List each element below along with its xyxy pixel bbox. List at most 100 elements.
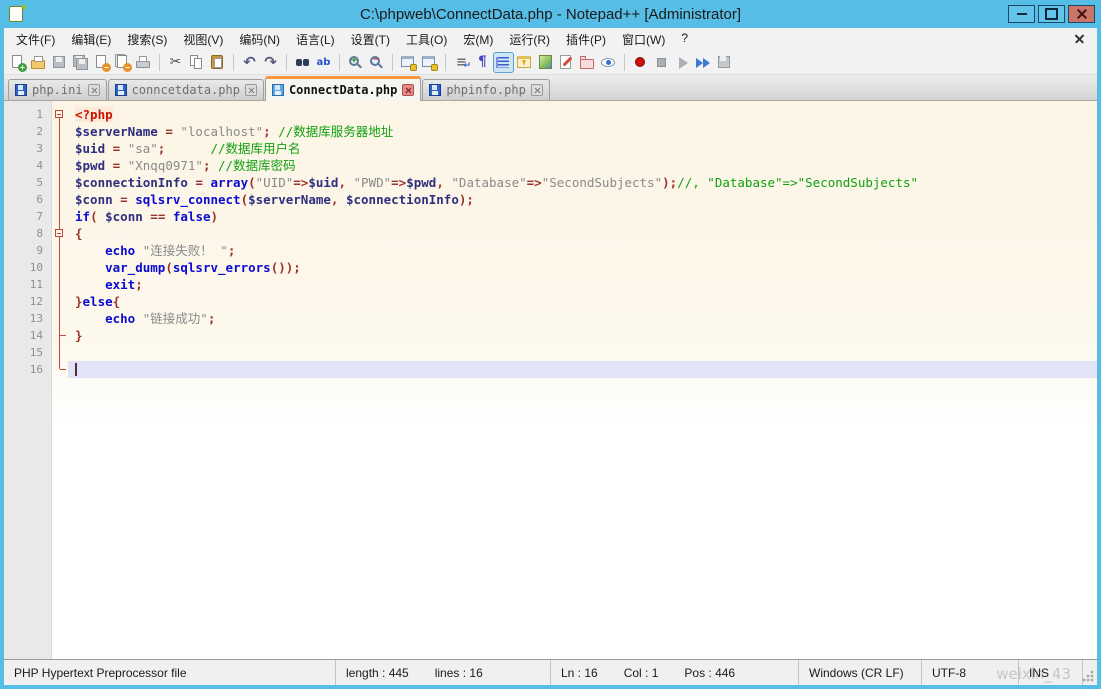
document-map-icon[interactable]: [536, 53, 555, 72]
menu-item-6[interactable]: 设置(T): [343, 28, 398, 51]
code-text[interactable]: echo "连接失败！ ";: [68, 242, 1097, 259]
tab-close-icon[interactable]: [245, 84, 257, 96]
code-text[interactable]: $conn = sqlsrv_connect($serverName, $con…: [68, 191, 1097, 208]
code-line-9[interactable]: 9 echo "连接失败！ ";: [4, 242, 1097, 259]
fold-margin[interactable]: [52, 106, 68, 123]
code-line-7[interactable]: 7if( $conn == false): [4, 208, 1097, 225]
status-encoding[interactable]: UTF-8: [922, 660, 1019, 685]
close-button[interactable]: [1068, 5, 1095, 23]
code-line-6[interactable]: 6$conn = sqlsrv_connect($serverName, $co…: [4, 191, 1097, 208]
code-text[interactable]: if( $conn == false): [68, 208, 1097, 225]
code-text[interactable]: echo "链接成功";: [68, 310, 1097, 327]
print-icon[interactable]: [134, 53, 153, 72]
menu-item-9[interactable]: 运行(R): [501, 28, 558, 51]
menu-item-11[interactable]: 窗口(W): [614, 28, 673, 51]
code-line-14[interactable]: 14}: [4, 327, 1097, 344]
tab-close-icon[interactable]: [88, 84, 100, 96]
code-line-2[interactable]: 2$serverName = "localhost"; //数据库服务器地址: [4, 123, 1097, 140]
record-macro-icon[interactable]: [631, 53, 650, 72]
code-line-1[interactable]: 1<?php: [4, 106, 1097, 123]
code-text[interactable]: {: [68, 225, 1097, 242]
code-line-12[interactable]: 12}else{: [4, 293, 1097, 310]
menu-item-12[interactable]: ?: [673, 28, 696, 51]
zoom-in-icon[interactable]: +: [346, 53, 365, 72]
zoom-out-icon[interactable]: −: [367, 53, 386, 72]
code-line-13[interactable]: 13 echo "链接成功";: [4, 310, 1097, 327]
playback-macro-icon[interactable]: [673, 53, 692, 72]
menu-item-0[interactable]: 文件(F): [8, 28, 63, 51]
code-line-8[interactable]: 8{: [4, 225, 1097, 242]
document-edit-icon[interactable]: [557, 53, 576, 72]
resize-grip[interactable]: [1082, 670, 1094, 682]
monitoring-icon[interactable]: [599, 53, 618, 72]
word-wrap-icon[interactable]: ≡↵: [452, 53, 471, 72]
code-line-11[interactable]: 11 exit;: [4, 276, 1097, 293]
function-list-icon[interactable]: [515, 53, 534, 72]
fold-margin[interactable]: [52, 225, 68, 242]
code-text[interactable]: $pwd = "Xnqq0971"; //数据库密码: [68, 157, 1097, 174]
close-file-icon[interactable]: −: [92, 53, 111, 72]
fold-margin[interactable]: [52, 157, 68, 174]
stop-recording-icon[interactable]: [652, 53, 671, 72]
code-area[interactable]: 1<?php2$serverName = "localhost"; //数据库服…: [4, 101, 1097, 378]
menubar-close-icon[interactable]: [1073, 32, 1087, 46]
fold-margin[interactable]: [52, 259, 68, 276]
undo-icon[interactable]: ↶: [240, 53, 259, 72]
menu-item-3[interactable]: 视图(V): [175, 28, 231, 51]
editor-pane[interactable]: 1<?php2$serverName = "localhost"; //数据库服…: [4, 101, 1097, 659]
code-text[interactable]: $connectionInfo = array("UID"=>$uid, "PW…: [68, 174, 1097, 191]
code-text[interactable]: [68, 344, 1097, 361]
menu-item-4[interactable]: 编码(N): [231, 28, 288, 51]
fold-margin[interactable]: [52, 140, 68, 157]
close-all-icon[interactable]: −: [113, 53, 132, 72]
save-macro-icon[interactable]: [715, 53, 734, 72]
fold-margin[interactable]: [52, 361, 68, 378]
menu-item-7[interactable]: 工具(O): [398, 28, 455, 51]
replace-icon[interactable]: ab: [314, 53, 333, 72]
tab-close-icon[interactable]: [402, 84, 414, 96]
fold-margin[interactable]: [52, 174, 68, 191]
code-text[interactable]: $uid = "sa"; //数据库用户名: [68, 140, 1097, 157]
code-line-15[interactable]: 15: [4, 344, 1097, 361]
show-indent-guide-icon[interactable]: [494, 53, 513, 72]
sync-vertical-scroll-icon[interactable]: [399, 53, 418, 72]
paste-icon[interactable]: [208, 53, 227, 72]
fold-margin[interactable]: [52, 310, 68, 327]
tab-ConnectData.php[interactable]: ConnectData.php: [265, 76, 421, 101]
save-all-icon[interactable]: [71, 53, 90, 72]
code-line-16[interactable]: 16: [4, 361, 1097, 378]
tab-close-icon[interactable]: [531, 84, 543, 96]
fold-margin[interactable]: [52, 208, 68, 225]
code-line-4[interactable]: 4$pwd = "Xnqq0971"; //数据库密码: [4, 157, 1097, 174]
minimize-button[interactable]: [1008, 5, 1035, 23]
maximize-button[interactable]: [1038, 5, 1065, 23]
find-icon[interactable]: [293, 53, 312, 72]
fold-margin[interactable]: [52, 242, 68, 259]
open-file-icon[interactable]: [29, 53, 48, 72]
fold-margin[interactable]: [52, 191, 68, 208]
status-insert-mode[interactable]: INS: [1019, 660, 1083, 685]
redo-icon[interactable]: ↷: [261, 53, 280, 72]
copy-icon[interactable]: [187, 53, 206, 72]
save-icon[interactable]: [50, 53, 69, 72]
code-line-3[interactable]: 3$uid = "sa"; //数据库用户名: [4, 140, 1097, 157]
code-text[interactable]: $serverName = "localhost"; //数据库服务器地址: [68, 123, 1097, 140]
code-text[interactable]: exit;: [68, 276, 1097, 293]
code-line-5[interactable]: 5$connectionInfo = array("UID"=>$uid, "P…: [4, 174, 1097, 191]
tab-phpinfo.php[interactable]: phpinfo.php: [422, 79, 549, 100]
title-bar[interactable]: C:\phpweb\ConnectData.php - Notepad++ [A…: [0, 0, 1101, 28]
code-text[interactable]: var_dump(sqlsrv_errors());: [68, 259, 1097, 276]
fold-margin[interactable]: [52, 276, 68, 293]
cut-icon[interactable]: ✂: [166, 53, 185, 72]
menu-item-1[interactable]: 编辑(E): [63, 28, 119, 51]
fold-margin[interactable]: [52, 293, 68, 310]
menu-item-2[interactable]: 搜索(S): [119, 28, 175, 51]
tab-conncetdata.php[interactable]: conncetdata.php: [108, 79, 264, 100]
show-all-characters-icon[interactable]: ¶: [473, 53, 492, 72]
status-eol-format[interactable]: Windows (CR LF): [799, 660, 922, 685]
code-text[interactable]: [68, 361, 1097, 378]
menu-item-10[interactable]: 插件(P): [558, 28, 614, 51]
folder-as-workspace-icon[interactable]: [578, 53, 597, 72]
sync-horizontal-scroll-icon[interactable]: [420, 53, 439, 72]
code-line-10[interactable]: 10 var_dump(sqlsrv_errors());: [4, 259, 1097, 276]
